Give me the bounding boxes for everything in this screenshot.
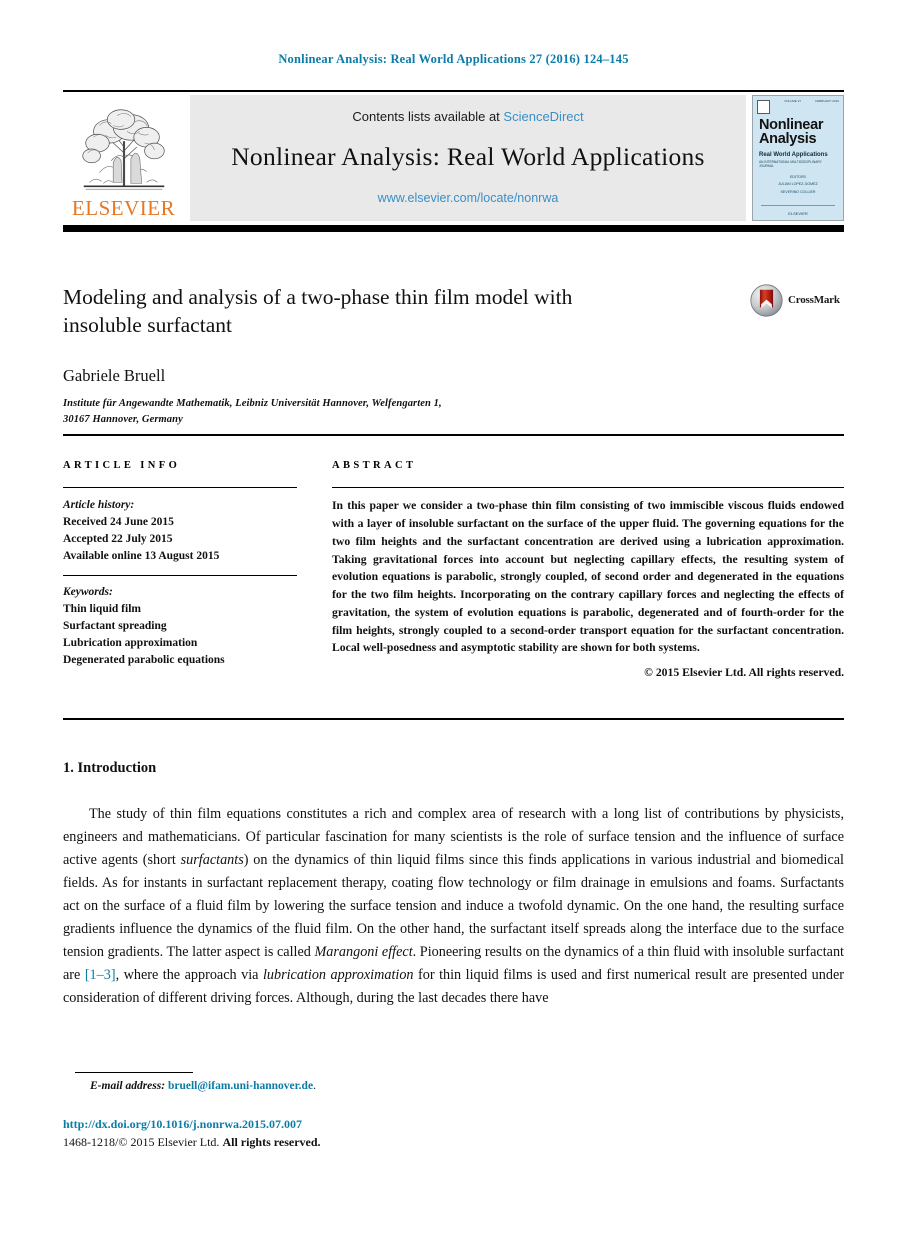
introduction-paragraph: The study of thin film equations constit… [63, 803, 844, 1010]
citation-link[interactable]: [1–3] [85, 967, 116, 983]
footnote-rule [75, 1072, 193, 1074]
email-label: E-mail address: [90, 1080, 166, 1092]
cover-top-right: FEBRUARY 2016 [815, 98, 839, 103]
cover-editors-label: EDITORS [790, 174, 806, 179]
info-section-top-rule [63, 434, 844, 436]
keyword-item: Degenerated parabolic equations [63, 653, 225, 666]
cover-publisher: ELSEVIER [788, 210, 808, 216]
abstract-copyright: © 2015 Elsevier Ltd. All rights reserved… [644, 666, 844, 680]
cover-title: Nonlinear Analysis [759, 116, 837, 148]
keywords-label: Keywords: [63, 585, 113, 598]
intro-italic-lubrication: lubrication approximation [262, 967, 414, 983]
journal-url-link[interactable]: www.elsevier.com/locate/nonrwa [378, 191, 559, 205]
article-history-label: Article history: [63, 499, 135, 512]
cover-editors: EDITORS JULIAN LOPEZ-GOMEZ SEVERINO COLL… [759, 174, 837, 197]
article-received: Received 24 June 2015 [63, 516, 174, 529]
article-info-heading: ARTICLE INFO [63, 460, 181, 471]
article-page: Nonlinear Analysis: Real World Applicati… [0, 0, 907, 1238]
intro-italic-marangoni: Marangoni effect [314, 944, 413, 960]
crossmark-label: CrossMark [788, 294, 840, 306]
article-title-line1: Modeling and analysis of a two-phase thi… [63, 285, 573, 309]
cover-top-mid: VOLUME 27 [784, 98, 802, 103]
issn-rights: All rights reserved. [222, 1135, 321, 1149]
cover-divider [761, 204, 835, 206]
intro-italic-surfactants: surfactants [180, 852, 244, 868]
issn-copyright-line: 1468-1218/© 2015 Elsevier Ltd. All right… [63, 1135, 321, 1150]
banner-bottom-bar [63, 224, 844, 232]
keyword-item: Thin liquid film [63, 602, 141, 615]
keywords-list: Keywords: Thin liquid film Surfactant sp… [63, 584, 297, 668]
email-period: . [313, 1080, 316, 1092]
keywords-block: Keywords: Thin liquid film Surfactant sp… [63, 574, 297, 669]
journal-banner: ELSEVIER Contents lists available at Sci… [63, 90, 844, 232]
doi-link[interactable]: http://dx.doi.org/10.1016/j.nonrwa.2015.… [63, 1117, 302, 1132]
intro-part-4: , where the approach via [115, 967, 263, 983]
crossmark-badge-group[interactable]: CrossMark [750, 283, 850, 317]
abstract-column: In this paper we consider a two-phase th… [332, 487, 844, 679]
article-info-column: Article history: Received 24 June 2015 A… [63, 487, 297, 668]
page-title: Modeling and analysis of a two-phase thi… [63, 283, 723, 340]
sciencedirect-link[interactable]: ScienceDirect [503, 109, 583, 124]
cover-title-line2: Analysis [759, 131, 817, 148]
author-name: Gabriele Bruell [63, 365, 166, 385]
article-info-rule [63, 487, 297, 489]
journal-title: Nonlinear Analysis: Real World Applicati… [231, 142, 705, 171]
running-head: Nonlinear Analysis: Real World Applicati… [278, 52, 629, 66]
cover-subtitle-small: AN INTERNATIONAL MULTIDISCIPLINARY JOURN… [759, 159, 822, 168]
cover-editor-1: JULIAN LOPEZ-GOMEZ [778, 182, 818, 187]
abstract-heading: ABSTRACT [332, 460, 417, 471]
abstract-rule [332, 487, 844, 489]
banner-top-rule [63, 90, 844, 92]
cover-title-line1: Nonlinear [759, 116, 824, 133]
author-affiliation: Institute für Angewandte Mathematik, Lei… [63, 396, 723, 428]
affiliation-line1: Institute für Angewandte Mathematik, Lei… [63, 397, 442, 409]
contents-available-line: Contents lists available at ScienceDirec… [352, 109, 583, 124]
affiliation-line2: 30167 Hannover, Germany [63, 413, 183, 425]
elsevier-wordmark: ELSEVIER [71, 195, 176, 220]
abstract-text: In this paper we consider a two-phase th… [332, 499, 844, 655]
article-available-online: Available online 13 August 2015 [63, 549, 220, 562]
cover-topbar: VOLUME 27 FEBRUARY 2016 [757, 98, 839, 114]
crossmark-icon [750, 283, 783, 317]
section-divider-rule [63, 718, 844, 720]
cover-elsevier-mark-icon [757, 99, 770, 114]
article-history: Article history: Received 24 June 2015 A… [63, 497, 297, 565]
contents-prefix: Contents lists available at [352, 108, 500, 124]
title-block: Modeling and analysis of a two-phase thi… [63, 283, 723, 427]
elsevier-tree-icon [81, 108, 165, 190]
article-accepted: Accepted 22 July 2015 [63, 532, 173, 545]
email-footnote: E-mail address: bruell@ifam.uni-hannover… [90, 1080, 316, 1092]
journal-cover-thumbnail[interactable]: VOLUME 27 FEBRUARY 2016 Nonlinear Analys… [752, 94, 844, 221]
email-address-link[interactable]: bruell@ifam.uni-hannover.de [168, 1080, 313, 1092]
keywords-rule [63, 574, 297, 576]
section-heading-introduction: 1. Introduction [63, 760, 157, 776]
banner-center: Contents lists available at ScienceDirec… [190, 94, 746, 221]
cover-subtitle: Real World Applications [759, 151, 828, 158]
keyword-item: Surfactant spreading [63, 619, 167, 632]
article-title-line2: insoluble surfactant [63, 313, 232, 338]
elsevier-logo: ELSEVIER [63, 95, 184, 221]
issn-prefix: 1468-1218/© 2015 Elsevier Ltd. [63, 1135, 223, 1149]
cover-editor-2: SEVERINO COLLIER [780, 189, 816, 194]
keyword-item: Lubrication approximation [63, 636, 198, 649]
